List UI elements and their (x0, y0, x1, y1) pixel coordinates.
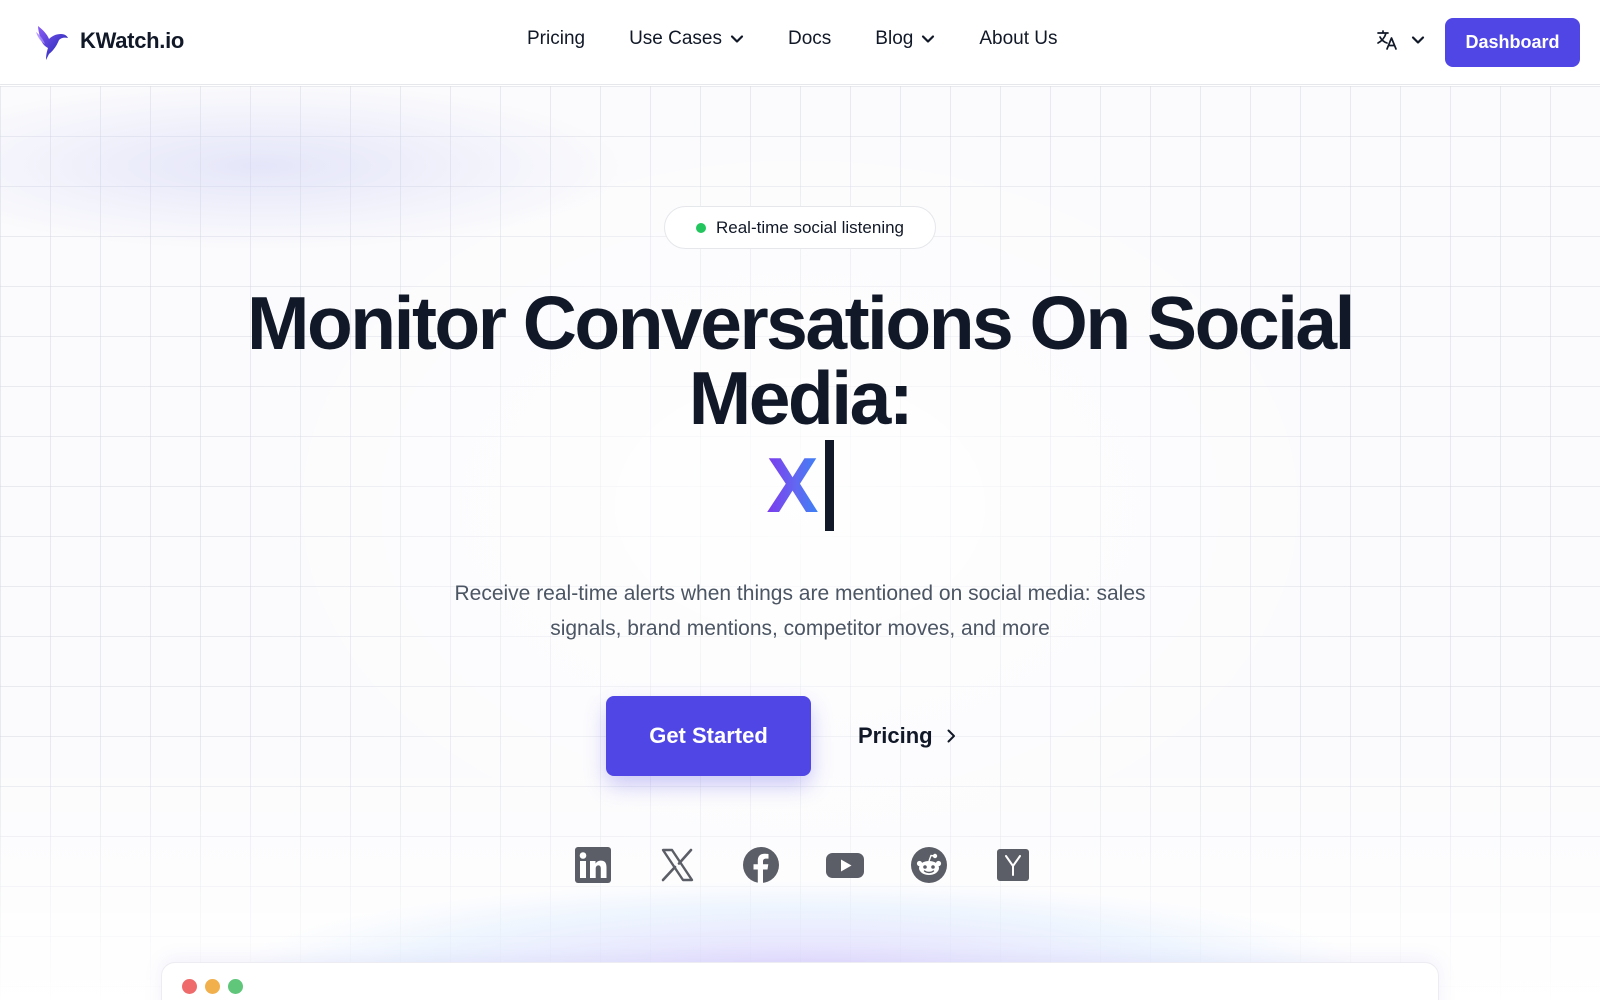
window-maximize-dot[interactable] (228, 979, 243, 994)
x-icon[interactable] (658, 846, 696, 884)
nav-item-blog[interactable]: Blog (875, 28, 935, 50)
typed-platform-word: X (766, 441, 819, 529)
chevron-down-icon (1411, 36, 1425, 44)
pricing-link[interactable]: Pricing (858, 720, 959, 752)
nav-item-use-cases[interactable]: Use Cases (629, 28, 744, 50)
nav-item-label: Docs (788, 28, 832, 49)
chevron-down-icon (922, 35, 935, 43)
facebook-icon[interactable] (742, 846, 780, 884)
subtitle-line-1: Receive real-time alerts when things are… (454, 582, 1146, 605)
headline-line-1: Monitor Conversations On Social (247, 281, 1355, 365)
hero-subtitle: Receive real-time alerts when things are… (0, 576, 1600, 646)
dashboard-button[interactable]: Dashboard (1445, 18, 1580, 67)
get-started-button[interactable]: Get Started (606, 696, 811, 776)
language-selector[interactable] (1375, 28, 1425, 52)
nav-item-pricing[interactable]: Pricing (527, 28, 585, 50)
pricing-link-label: Pricing (858, 723, 933, 748)
reddit-icon[interactable] (910, 846, 948, 884)
platform-icons (574, 846, 1032, 884)
youtube-icon[interactable] (826, 846, 864, 884)
chevron-right-icon (947, 729, 955, 743)
realtime-badge: Real-time social listening (664, 206, 936, 249)
window-minimize-dot[interactable] (205, 979, 220, 994)
subtitle-line-2: signals, brand mentions, competitor move… (550, 617, 1050, 640)
window-controls (182, 979, 243, 994)
badge-label: Real-time social listening (715, 217, 905, 237)
hummingbird-logo-icon (36, 26, 68, 60)
nav-item-docs[interactable]: Docs (788, 28, 831, 50)
nav-item-label: Use Cases (629, 28, 722, 49)
live-status-dot (695, 222, 706, 233)
main-nav: Pricing Use Cases Docs Blog About Us (527, 28, 1057, 50)
typed-platform: X (0, 440, 1600, 532)
chevron-down-icon (730, 35, 744, 43)
typing-caret (824, 440, 834, 531)
nav-item-label: About Us (979, 28, 1058, 49)
brand-name: KWatch.io (80, 28, 185, 53)
nav-item-label: Pricing (527, 28, 586, 49)
hero-headline: Monitor Conversations On Social Media: (0, 286, 1600, 436)
headline-line-2: Media: (688, 356, 914, 440)
nav-item-about-us[interactable]: About Us (979, 28, 1057, 50)
brand-link[interactable]: KWatch.io (34, 22, 184, 60)
hackernews-icon[interactable] (994, 846, 1032, 884)
app-preview-window (161, 962, 1439, 1000)
translate-icon (1377, 30, 1397, 50)
nav-item-label: Blog (875, 28, 914, 49)
window-close-dot[interactable] (182, 979, 197, 994)
site-header: KWatch.io Pricing Use Cases Docs Blog Ab… (0, 0, 1600, 85)
linkedin-icon[interactable] (574, 846, 612, 884)
